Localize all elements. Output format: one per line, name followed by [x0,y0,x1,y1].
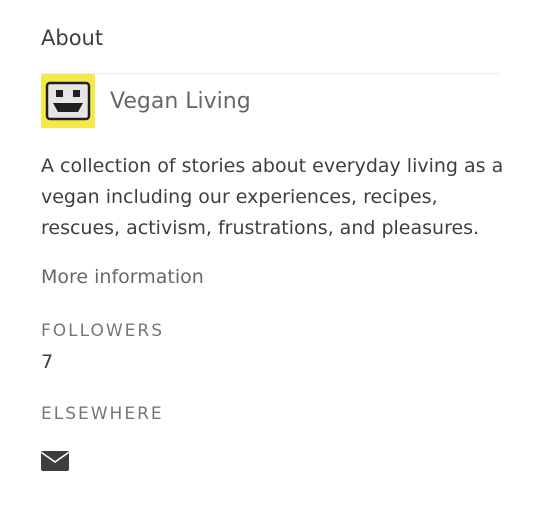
publication-avatar[interactable] [41,74,95,128]
elsewhere-label: ELSEWHERE [41,404,164,424]
followers-label: FOLLOWERS [41,321,165,341]
publication-name-link[interactable]: Vegan Living [110,89,251,114]
more-information-link[interactable]: More information [41,266,204,288]
publication-description: A collection of stories about everyday l… [41,155,504,239]
mail-icon[interactable] [41,451,71,473]
robot-face-icon [45,81,91,121]
publication-row: Vegan Living [41,74,251,128]
followers-count: 7 [41,351,54,373]
about-heading: About [41,26,104,50]
